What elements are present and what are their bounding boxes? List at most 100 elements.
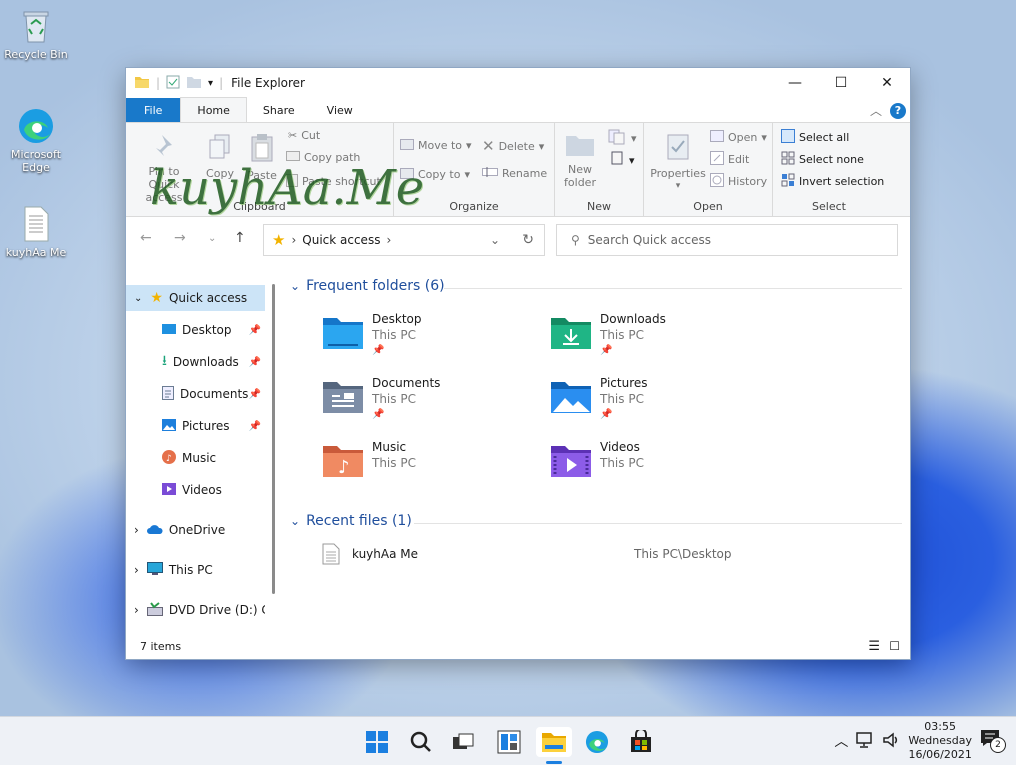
desktop-icon-recycle-bin[interactable]: Recycle Bin — [0, 6, 72, 61]
download-icon: ⭳ — [162, 353, 167, 369]
forward-button[interactable]: → — [174, 230, 186, 246]
new-folder-qat-icon[interactable] — [186, 75, 202, 92]
cut-button[interactable]: ✂ Cut — [288, 129, 320, 142]
nav-item-quick-access[interactable]: ⌄ ★ Quick access — [126, 285, 265, 311]
volume-icon[interactable] — [882, 731, 900, 751]
delete-button[interactable]: ✕ Delete ▾ — [482, 137, 544, 155]
nav-scrollbar[interactable] — [272, 284, 275, 594]
select-all-button[interactable]: Select all — [781, 129, 849, 146]
videos-icon — [550, 444, 592, 481]
recent-locations-button[interactable]: ⌄ — [208, 233, 216, 244]
invert-selection-button[interactable]: Invert selection — [781, 173, 884, 190]
monitor-icon — [146, 561, 163, 579]
network-icon[interactable] — [856, 731, 874, 751]
address-box[interactable]: ★ › Quick access › ⌄ ↻ — [263, 224, 545, 256]
chevron-up-icon[interactable]: ︿ — [834, 731, 848, 751]
search-icon[interactable] — [406, 727, 436, 757]
select-none-icon — [781, 151, 795, 168]
nav-item-music[interactable]: ♪ Music — [126, 445, 265, 471]
edge-icon[interactable] — [582, 727, 612, 757]
collapse-ribbon-icon[interactable]: ︿ — [870, 102, 882, 119]
folder-tile-documents[interactable]: Documents This PC 📌 — [322, 376, 542, 436]
nav-item-pictures[interactable]: Pictures 📌 — [126, 413, 265, 439]
select-none-button[interactable]: Select none — [781, 151, 864, 168]
folder-tile-desktop[interactable]: Desktop This PC 📌 — [322, 312, 542, 372]
nav-item-desktop[interactable]: Desktop 📌 — [126, 317, 265, 343]
desktop-icon-kuyhaa[interactable]: kuyhAa Me — [0, 204, 72, 259]
content-pane: ⌄ Frequent folders (6) Desktop This PC 📌… — [284, 268, 904, 638]
customize-qat-icon[interactable]: ▾ — [208, 78, 213, 89]
nav-item-downloads[interactable]: ⭳ Downloads 📌 — [126, 349, 265, 375]
clock[interactable]: 03:55 Wednesday 16/06/2021 — [908, 720, 972, 762]
chevron-down-icon[interactable]: ⌄ — [134, 293, 142, 304]
properties-button[interactable]: Properties ▾ — [650, 133, 706, 193]
chevron-down-icon: ⌄ — [290, 279, 301, 293]
scissors-icon: ✂ — [288, 129, 298, 142]
maximize-button[interactable]: ☐ — [818, 68, 864, 98]
close-button[interactable]: ✕ — [864, 68, 910, 98]
notification-center-icon[interactable]: 2 — [980, 729, 1006, 753]
svg-text:♪: ♪ — [166, 454, 172, 464]
folder-tile-downloads[interactable]: Downloads This PC 📌 — [550, 312, 770, 372]
clock-date: 16/06/2021 — [908, 748, 972, 761]
nav-item-this-pc[interactable]: › This PC — [126, 557, 265, 583]
recycle-bin-icon — [16, 6, 56, 46]
help-icon[interactable]: ? — [890, 102, 906, 119]
tab-share[interactable]: Share — [247, 98, 311, 122]
large-icons-view-icon[interactable]: ☐ — [889, 639, 900, 653]
address-dropdown-icon[interactable]: ⌄ — [490, 233, 500, 247]
folder-tile-pictures[interactable]: Pictures This PC 📌 — [550, 376, 770, 436]
edit-button[interactable]: Edit — [710, 151, 749, 168]
pin-icon: 📌 — [600, 409, 613, 420]
refresh-icon[interactable]: ↻ — [522, 232, 534, 248]
music-icon: ♪ — [322, 444, 364, 481]
recent-file-row[interactable]: kuyhAa Me This PC\Desktop — [322, 543, 882, 567]
widgets-icon[interactable] — [494, 727, 524, 757]
nav-item-onedrive[interactable]: › OneDrive — [126, 517, 265, 543]
taskbar: ︿ 03:55 Wednesday 16/06/2021 2 — [0, 716, 1016, 765]
nav-item-videos[interactable]: Videos — [126, 477, 265, 503]
chevron-right-icon[interactable]: › — [134, 523, 139, 537]
nav-item-documents[interactable]: Documents 📌 — [126, 381, 265, 407]
minimize-button[interactable]: — — [772, 68, 818, 98]
tab-view[interactable]: View — [311, 98, 369, 122]
history-icon — [710, 173, 724, 190]
open-button[interactable]: Open ▾ — [710, 129, 767, 146]
move-to-button[interactable]: Move to ▾ — [400, 137, 472, 154]
file-explorer-icon[interactable] — [536, 727, 572, 757]
windows-start-icon[interactable] — [362, 727, 392, 757]
task-view-icon[interactable] — [448, 727, 478, 757]
search-box[interactable]: ⚲ Search Quick access — [556, 224, 898, 256]
folder-tile-videos[interactable]: Videos This PC — [550, 440, 770, 500]
chevron-right-icon[interactable]: › — [134, 563, 139, 577]
recent-files-header[interactable]: ⌄ Recent files (1) — [290, 513, 902, 529]
nav-item-dvd-drive[interactable]: › DVD Drive (D:) CC — [126, 597, 265, 623]
folder-icon — [134, 75, 150, 92]
up-button[interactable]: ↑ — [234, 230, 246, 246]
clock-time: 03:55 — [924, 720, 956, 733]
properties-icon — [650, 133, 706, 164]
file-explorer-window: | ▾ | File Explorer — ☐ ✕ File Home Shar… — [126, 68, 910, 659]
folder-tile-music[interactable]: ♪ Music This PC — [322, 440, 542, 500]
easy-access-button[interactable]: ▾ — [607, 151, 635, 170]
tab-file[interactable]: File — [126, 98, 181, 122]
delete-icon: ✕ — [482, 137, 495, 155]
new-item-button[interactable]: ▾ — [607, 129, 637, 148]
chevron-right-icon[interactable]: › — [134, 603, 139, 617]
details-view-icon[interactable]: ☰ — [868, 639, 880, 654]
title-bar: | ▾ | File Explorer — ☐ ✕ — [126, 68, 910, 98]
search-placeholder: Search Quick access — [587, 233, 712, 247]
frequent-folders-header[interactable]: ⌄ Frequent folders (6) — [290, 278, 902, 294]
desktop-icon-edge[interactable]: Microsoft Edge — [0, 106, 72, 174]
store-icon[interactable] — [626, 727, 656, 757]
rename-button[interactable]: Rename — [482, 166, 547, 181]
window-title: File Explorer — [231, 76, 305, 90]
properties-qat-icon[interactable] — [166, 75, 180, 92]
clock-day: Wednesday — [908, 734, 972, 747]
tab-home[interactable]: Home — [180, 97, 247, 122]
back-button[interactable]: ← — [140, 230, 152, 246]
history-button[interactable]: History — [710, 173, 767, 190]
edit-icon — [710, 151, 724, 168]
new-folder-button[interactable]: New folder — [559, 133, 601, 189]
desktop-folder-icon — [322, 316, 364, 353]
